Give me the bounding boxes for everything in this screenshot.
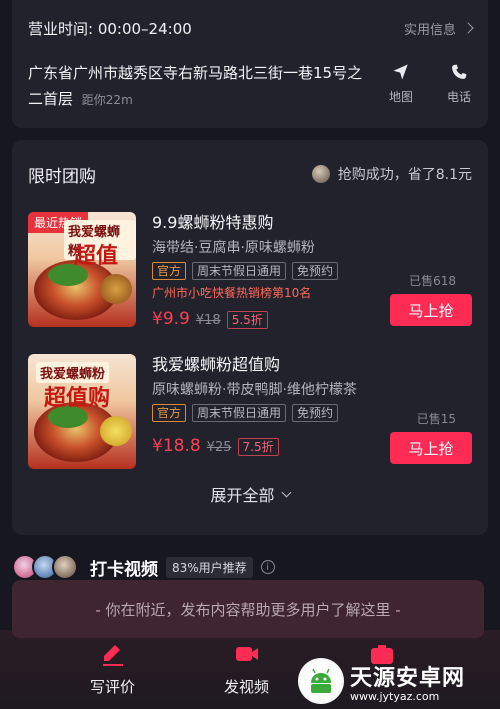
video-camera-icon	[235, 647, 258, 661]
post-video-label: 发视频	[224, 678, 270, 696]
deal-tags: 官方 周末节假日通用 免预约	[152, 262, 382, 280]
address-actions: 地图 电话	[384, 62, 476, 105]
official-tag: 官方	[152, 404, 187, 422]
watermark-name: 天源安卓网	[350, 665, 466, 691]
sold-count: 已售15	[416, 412, 456, 426]
avatar	[52, 554, 78, 580]
deal-title: 9.9螺蛳粉特惠购	[152, 213, 274, 232]
info-icon[interactable]: i	[260, 560, 275, 574]
lemon-tea-graphic	[100, 416, 132, 446]
store-info-card: 营业时间: 00:00–24:00 实用信息 广东省广州市越秀区寺右新马路北三街…	[12, 0, 488, 128]
chevron-right-icon	[462, 22, 474, 34]
sold-count: 已售618	[409, 274, 456, 288]
deal-price: ¥18.8	[152, 436, 201, 456]
expand-all-button[interactable]: 展开全部	[12, 482, 488, 506]
expand-all-label: 展开全部	[210, 486, 275, 505]
distance-badge: 距你22m	[81, 93, 133, 107]
deal-price: ¥9.9	[152, 309, 190, 329]
original-price: ¥18	[195, 313, 221, 328]
phone-label: 电话	[446, 90, 471, 104]
address-text: 广东省广州市越秀区寺右新马路北三街一巷15号之二首层	[28, 64, 363, 108]
post-video-button[interactable]: 发视频	[224, 640, 269, 697]
navigate-arrow-icon	[393, 64, 408, 80]
practical-info-link[interactable]: 实用信息	[403, 19, 474, 38]
nearby-toast: - 你在附近，发布内容帮助更多用户了解这里 -	[12, 580, 484, 638]
checkin-video-header: 打卡视频 83%用户推荐 i	[12, 552, 488, 582]
phone-button[interactable]: 电话	[442, 62, 476, 105]
write-review-label: 写评价	[90, 678, 136, 696]
deal-item[interactable]: 我爱螺蛳粉 超值购 我爱螺蛳粉超值购 原味螺蛳粉·带皮鸭脚·维他柠檬茶 官方 周…	[28, 354, 472, 469]
watermark-text: 天源安卓网 www.jytyaz.com	[350, 660, 465, 703]
map-button[interactable]: 地图	[384, 62, 418, 105]
recommend-badge: 83%用户推荐	[166, 556, 253, 578]
holiday-tag: 周末节假日通用	[192, 262, 287, 280]
deal-title: 我爱螺蛳粉超值购	[152, 355, 281, 374]
deals-title: 限时团购	[28, 166, 96, 187]
deal-tags: 官方 周末节假日通用 免预约	[152, 404, 382, 422]
buyer-avatar	[311, 165, 330, 183]
deal-item[interactable]: 最近热销 我爱螺蛳粉 超值 9.9螺蛳粉特惠购 海带结·豆腐串·原味螺蛳粉 官方…	[28, 212, 472, 329]
store-address[interactable]: 广东省广州市越秀区寺右新马路北三街一巷15号之二首层 距你22m	[28, 60, 368, 113]
group-deals-card: 限时团购 抢购成功，省了8.1元 最近热销 我爱螺蛳粉 超值 9.9螺蛳粉特惠购…	[12, 140, 488, 535]
write-review-button[interactable]: 写评价	[90, 640, 135, 697]
deal-subtitle: 原味螺蛳粉·带皮鸭脚·维他柠檬茶	[152, 382, 357, 398]
no-reservation-tag: 免预约	[292, 262, 339, 280]
android-logo-icon	[298, 658, 344, 704]
discount-badge: 7.5折	[237, 438, 279, 456]
hours-row: 营业时间: 00:00–24:00 实用信息	[28, 14, 474, 42]
phone-icon	[452, 64, 467, 79]
discount-badge: 5.5折	[226, 311, 268, 329]
ranking-text: 广州市小吃快餐热销榜第10名	[152, 286, 312, 300]
chevron-down-icon	[281, 487, 291, 497]
map-label: 地图	[388, 90, 413, 104]
image-promo-big: 超值购	[44, 386, 111, 411]
price-row: ¥18.8 ¥25 7.5折	[152, 436, 382, 456]
buy-now-button[interactable]: 马上抢	[390, 294, 472, 326]
checkin-video-title: 打卡视频	[90, 559, 158, 580]
original-price: ¥25	[206, 440, 232, 455]
purchase-tip-text: 抢购成功，省了8.1元	[337, 167, 472, 183]
deals-header: 限时团购 抢购成功，省了8.1元	[28, 160, 472, 188]
deal-image: 最近热销 我爱螺蛳粉 超值	[28, 212, 136, 327]
user-avatars	[12, 554, 78, 580]
purchase-tip: 抢购成功，省了8.1元	[311, 164, 472, 184]
buy-now-button[interactable]: 马上抢	[390, 432, 472, 464]
pen-icon	[102, 645, 123, 666]
business-hours: 营业时间: 00:00–24:00	[28, 19, 192, 38]
no-reservation-tag: 免预约	[292, 404, 339, 422]
price-row: ¥9.9 ¥18 5.5折	[152, 309, 382, 329]
holiday-tag: 周末节假日通用	[192, 404, 287, 422]
watermark-url: www.jytyaz.com	[350, 689, 440, 703]
deal-subtitle: 海带结·豆腐串·原味螺蛳粉	[152, 240, 315, 256]
official-tag: 官方	[152, 262, 187, 280]
side-dish-graphic	[100, 274, 132, 304]
image-promo-big: 超值	[74, 244, 119, 269]
practical-info-label: 实用信息	[403, 22, 456, 38]
deal-image: 我爱螺蛳粉 超值购	[28, 354, 136, 469]
site-watermark: 天源安卓网 www.jytyaz.com	[298, 656, 492, 706]
deal-info: 我爱螺蛳粉超值购 原味螺蛳粉·带皮鸭脚·维他柠檬茶 官方 周末节假日通用 免预约…	[152, 354, 382, 456]
deal-info: 9.9螺蛳粉特惠购 海带结·豆腐串·原味螺蛳粉 官方 周末节假日通用 免预约 广…	[152, 212, 382, 329]
